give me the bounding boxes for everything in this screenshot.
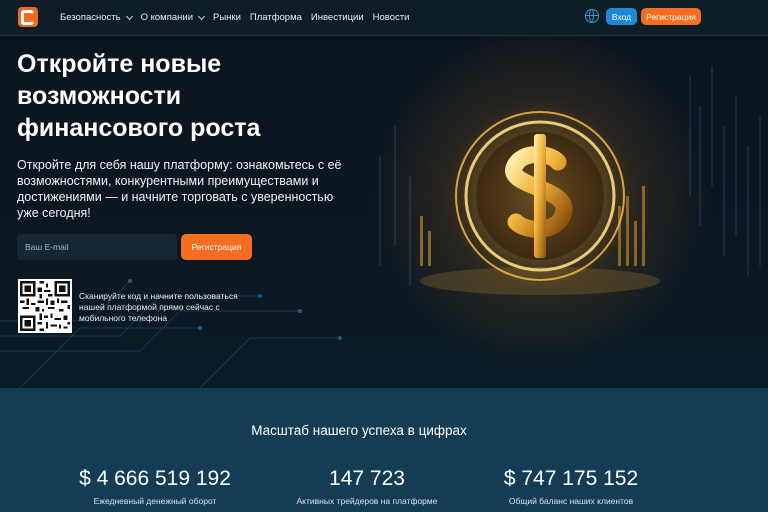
gold-dollar-coin: [432, 88, 648, 304]
qr-code-icon: [18, 279, 72, 333]
chevron-down-icon: [197, 12, 206, 20]
nav-item-markets[interactable]: Рынки: [213, 12, 241, 23]
hero-title: Откройте новые возможности финансового р…: [17, 50, 261, 142]
login-button[interactable]: Вход: [606, 8, 637, 25]
hero-section: Откройте новые возможности финансового р…: [0, 36, 768, 388]
nav-item-platform[interactable]: Платформа: [250, 12, 302, 23]
stat-label: Активных трейдеров на платформе: [296, 496, 438, 506]
globe-icon[interactable]: [585, 9, 599, 23]
nav-item-news[interactable]: Новости: [373, 12, 410, 23]
stats-title: Масштаб нашего успеха в цифрах: [251, 423, 467, 438]
stat-label: Общий баланс наших клиентов: [508, 496, 634, 506]
stat-item-traders: 147 723 Активных трейдеров на платформе: [267, 466, 467, 506]
stat-item-turnover: $ 4 666 519 192 Ежедневный денежный обор…: [55, 466, 255, 506]
brand-logo-icon[interactable]: [18, 7, 38, 27]
nav-item-label: Новости: [372, 12, 410, 23]
stat-item-balance: $ 747 175 152 Общий баланс наших клиенто…: [471, 466, 671, 506]
register-button-header[interactable]: Регистрация: [641, 8, 701, 25]
qr-caption: Сканируйте код и начните пользоваться на…: [79, 291, 238, 323]
register-button-hero[interactable]: Регистрация: [181, 234, 252, 260]
stat-label: Ежедневный денежный оборот: [93, 496, 217, 506]
stat-value: $ 4 666 519 192: [79, 467, 231, 490]
nav-item-label: О компании: [140, 12, 194, 23]
nav-item-about[interactable]: О компании: [140, 12, 206, 23]
nav-item-security[interactable]: Безопасность: [60, 12, 133, 23]
nav-item-label: Безопасность: [60, 12, 121, 23]
nav-item-investments[interactable]: Инвестиции: [311, 12, 364, 23]
hero-description: Откройте для себя нашу платформу: ознако…: [17, 158, 342, 220]
email-input[interactable]: [17, 234, 177, 260]
stat-value: $ 747 175 152: [503, 467, 639, 490]
main-nav: Безопасность О компании Рынки Платформа …: [60, 0, 418, 35]
stats-section: Масштаб нашего успеха в цифрах $ 4 666 5…: [0, 388, 768, 512]
nav-item-label: Инвестиции: [310, 12, 364, 23]
nav-item-label: Платформа: [249, 12, 302, 23]
chevron-down-icon: [125, 12, 133, 20]
stat-value: 147 723: [329, 467, 405, 490]
nav-item-label: Рынки: [213, 12, 241, 23]
top-navigation-bar: Безопасность О компании Рынки Платформа …: [0, 0, 768, 36]
